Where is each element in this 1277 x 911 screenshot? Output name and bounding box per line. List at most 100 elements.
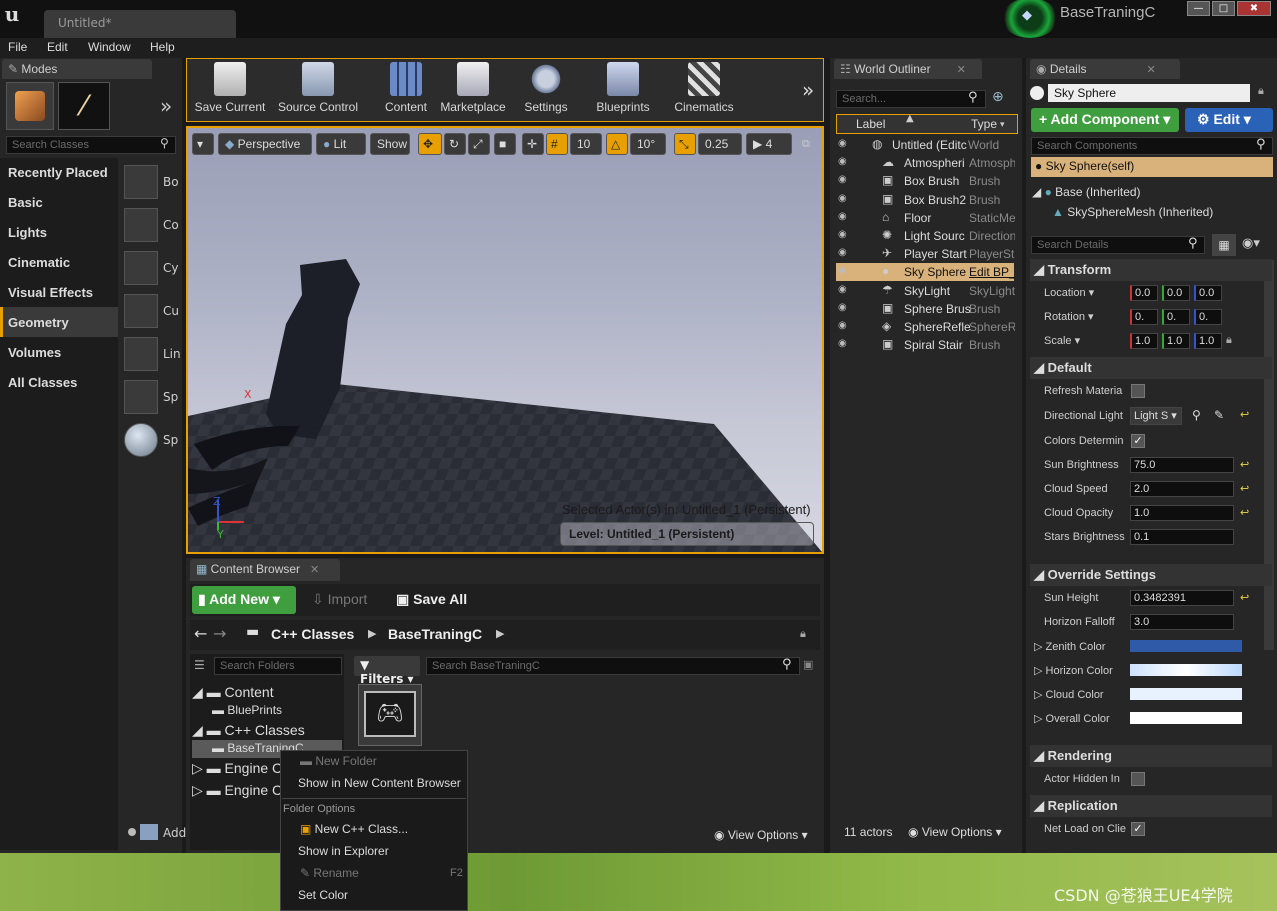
- save-search-icon[interactable]: ▣: [803, 658, 813, 671]
- save-all-button[interactable]: ▣ Save All: [396, 591, 467, 608]
- component-self[interactable]: ● Sky Sphere(self): [1031, 157, 1273, 177]
- tree-blueprints[interactable]: ▬ BluePrints: [212, 703, 282, 717]
- location-label[interactable]: Location ▾: [1044, 286, 1094, 299]
- search-folders-input[interactable]: Search Folders: [214, 657, 342, 675]
- cinematics-button[interactable]: Cinematics: [670, 62, 738, 118]
- scale-lock-icon[interactable]: 🔒︎: [1226, 333, 1232, 347]
- outliner-row[interactable]: ◉ ◈ SphereRefle SphereR: [836, 319, 1016, 337]
- cone-brush-icon[interactable]: [124, 208, 158, 242]
- ctx-show-in-new-cb[interactable]: Show in New Content Browser: [298, 776, 461, 790]
- save-current-button[interactable]: Save Current: [190, 62, 270, 118]
- surface-snap-icon[interactable]: ■: [494, 133, 516, 155]
- rotation-snap-icon[interactable]: △: [606, 133, 628, 155]
- horizon-color-swatch[interactable]: [1130, 664, 1242, 676]
- zenith-color-swatch[interactable]: [1130, 640, 1242, 652]
- maximize-viewport-icon[interactable]: ⧉: [802, 137, 810, 151]
- outliner-row-type[interactable]: Edit BP_: [969, 265, 1015, 279]
- details-tab[interactable]: ◉ Details ✕: [1030, 59, 1180, 79]
- transform-section[interactable]: ◢ Transform: [1030, 259, 1272, 281]
- place-mode-button[interactable]: [6, 82, 54, 130]
- reset-icon[interactable]: ↩: [1240, 506, 1249, 519]
- rendering-section[interactable]: ◢ Rendering: [1030, 745, 1272, 767]
- world-outliner-tab[interactable]: ☷ World Outliner ✕: [834, 59, 982, 79]
- visibility-eye-icon[interactable]: ◉: [838, 320, 847, 331]
- component-base[interactable]: ◢ ● Base (Inherited): [1032, 185, 1141, 199]
- rotation-label[interactable]: Rotation ▾: [1044, 310, 1094, 323]
- cb-view-options[interactable]: ◉ View Options ▾: [714, 828, 808, 842]
- ctx-new-folder[interactable]: ▬ New Folder: [300, 754, 377, 768]
- translate-mode-icon[interactable]: ✥: [418, 133, 442, 155]
- col-type[interactable]: Type: [971, 117, 997, 131]
- ctx-set-color[interactable]: Set Color: [298, 888, 348, 902]
- visibility-eye-icon[interactable]: ◉: [838, 284, 847, 295]
- edit-blueprint-button[interactable]: ⚙ Edit ▾: [1185, 108, 1273, 132]
- add-filter-icon[interactable]: ⊕: [992, 89, 1004, 105]
- overall-color-label[interactable]: ▷ Overall Color: [1034, 712, 1110, 725]
- maximize-button[interactable]: □: [1212, 1, 1235, 16]
- perspective-button[interactable]: ◆ Perspective: [218, 133, 312, 155]
- reset-icon[interactable]: ↩: [1240, 408, 1249, 421]
- tree-content[interactable]: ◢ ▬ Content: [192, 684, 274, 701]
- scale-x[interactable]: 1.0: [1130, 333, 1158, 349]
- blueprints-button[interactable]: Blueprints: [588, 62, 658, 118]
- colors-determined-checkbox[interactable]: ✓: [1131, 434, 1145, 448]
- close-icon[interactable]: ✕: [1147, 64, 1156, 76]
- close-icon[interactable]: ✕: [957, 64, 966, 76]
- grid-snap-icon[interactable]: #: [546, 133, 568, 155]
- ctx-show-in-explorer[interactable]: Show in Explorer: [298, 844, 389, 858]
- property-matrix-icon[interactable]: ▦: [1212, 234, 1236, 256]
- visibility-eye-icon[interactable]: ◉: [838, 138, 847, 149]
- lock-icon[interactable]: 🔒︎: [1258, 84, 1264, 98]
- visibility-eye-icon[interactable]: ◉: [838, 193, 847, 204]
- menu-window[interactable]: Window: [88, 40, 131, 54]
- category-visual-effects[interactable]: Visual Effects: [8, 285, 93, 300]
- source-control-button[interactable]: Source Control: [272, 62, 364, 118]
- ctx-new-cpp-class[interactable]: ▣ New C++ Class...: [300, 822, 408, 836]
- visibility-filter-icon[interactable]: ◉▾: [1242, 236, 1260, 251]
- category-lights[interactable]: Lights: [8, 225, 47, 240]
- visibility-eye-icon[interactable]: ◉: [838, 338, 847, 349]
- visibility-eye-icon[interactable]: ◉: [838, 302, 847, 313]
- curved-stair-icon[interactable]: [124, 294, 158, 328]
- content-browser-tab[interactable]: ▦ Content Browser ✕: [190, 559, 340, 581]
- search-assets-input[interactable]: Search BaseTraningC: [426, 657, 800, 675]
- col-label[interactable]: Label: [856, 117, 885, 131]
- rotate-mode-icon[interactable]: ↻: [444, 133, 466, 155]
- menu-file[interactable]: File: [8, 40, 27, 54]
- sun-height-input[interactable]: 0.3482391: [1130, 590, 1234, 606]
- cloud-opacity-input[interactable]: 1.0: [1130, 505, 1234, 521]
- overall-color-swatch[interactable]: [1130, 712, 1242, 724]
- lock-icon[interactable]: 🔒︎: [800, 627, 806, 641]
- tree-cpp-classes[interactable]: ◢ ▬ C++ Classes: [192, 722, 305, 739]
- reset-icon[interactable]: ↩: [1240, 482, 1249, 495]
- cpp-class-asset-tile[interactable]: 🎮︎: [358, 684, 422, 746]
- ctx-rename[interactable]: ✎ Rename: [300, 866, 359, 880]
- import-button[interactable]: ⇩ Import: [312, 591, 367, 608]
- viewport-options-button[interactable]: ▾: [192, 133, 214, 155]
- grid-snap-value[interactable]: 10: [570, 133, 602, 155]
- more-modes-icon[interactable]: »: [160, 94, 172, 118]
- scale-label[interactable]: Scale ▾: [1044, 334, 1080, 347]
- spiral-stair-icon[interactable]: [124, 380, 158, 414]
- outliner-row[interactable]: ◉ ▣ Box Brush2 Brush: [836, 192, 1016, 210]
- camera-speed-button[interactable]: ▶ 4: [746, 133, 792, 155]
- outliner-row[interactable]: ◉ ☂ SkyLight SkyLight: [836, 283, 1016, 301]
- class-search-input[interactable]: Search Classes: [6, 136, 176, 154]
- paint-mode-button[interactable]: ⁄: [58, 82, 110, 130]
- level-tab[interactable]: Untitled*: [44, 10, 236, 38]
- scale-y[interactable]: 1.0: [1162, 333, 1190, 349]
- add-component-button[interactable]: + Add Component ▾: [1031, 108, 1179, 132]
- stars-brightness-input[interactable]: 0.1: [1130, 529, 1234, 545]
- scale-snap-value[interactable]: 0.25: [698, 133, 742, 155]
- category-recently-placed[interactable]: Recently Placed: [8, 165, 108, 180]
- menu-help[interactable]: Help: [150, 40, 175, 54]
- settings-button[interactable]: Settings: [516, 62, 576, 118]
- col-type-dropdown-icon[interactable]: ▾: [1000, 120, 1005, 130]
- linear-stair-icon[interactable]: [124, 337, 158, 371]
- category-basic[interactable]: Basic: [8, 195, 43, 210]
- outliner-row[interactable]: ◉ ☁ Atmospheri Atmosph: [836, 155, 1016, 173]
- actor-name-input[interactable]: Sky Sphere: [1048, 84, 1250, 102]
- reset-icon[interactable]: ↩: [1240, 591, 1249, 604]
- visibility-eye-icon[interactable]: ◉: [838, 229, 847, 240]
- browse-icon[interactable]: ⚲: [1192, 408, 1201, 422]
